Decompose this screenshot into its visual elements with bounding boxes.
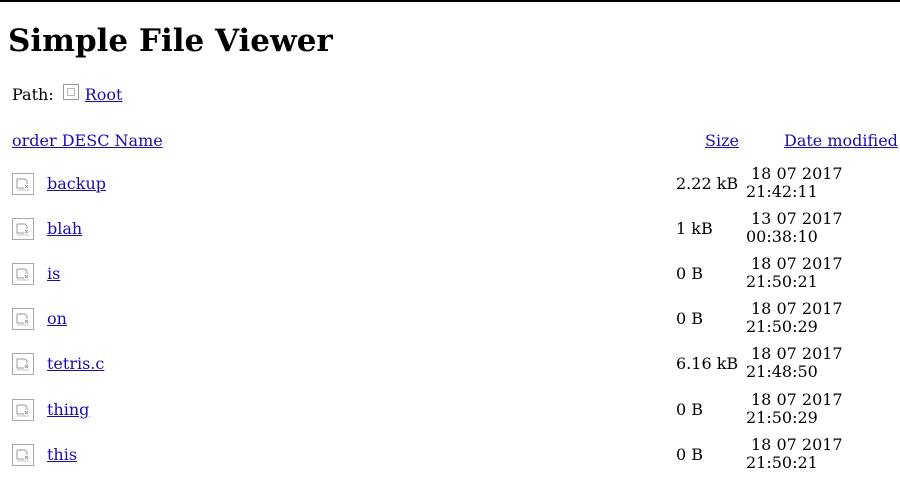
- file-name-link[interactable]: blah: [47, 218, 82, 240]
- broken-image-icon: [12, 399, 34, 421]
- breadcrumb-root-label: Root: [84, 85, 123, 104]
- file-size: 0 B: [676, 400, 704, 419]
- file-time: 21:50:21: [746, 453, 818, 472]
- sort-by-date-link[interactable]: Date modified: [784, 130, 898, 152]
- file-date-modified: 18 07 2017 21:42:11: [746, 165, 856, 201]
- file-date: 18 07 2017: [751, 344, 843, 363]
- file-date: 18 07 2017: [751, 164, 843, 183]
- file-date: 18 07 2017: [751, 435, 843, 454]
- file-date-modified: 18 07 2017 21:50:29: [746, 300, 856, 336]
- sort-by-name-link[interactable]: order DESC Name: [12, 130, 163, 152]
- sort-by-size-link[interactable]: Size: [705, 130, 739, 152]
- file-time: 21:50:29: [746, 408, 818, 427]
- file-time: 21:50:21: [746, 272, 818, 291]
- file-row: on 0 B 18 07 2017 21:50:29: [0, 300, 900, 341]
- file-date-modified: 18 07 2017 21:50:21: [746, 255, 856, 291]
- path-label: Path:: [12, 85, 54, 104]
- file-row: blah 1 kB 13 07 2017 00:38:10: [0, 210, 900, 251]
- file-row: this 0 B 18 07 2017 21:50:21: [0, 436, 900, 477]
- file-size: 6.16 kB: [676, 354, 739, 373]
- file-name-link[interactable]: thing: [47, 399, 89, 421]
- file-row: tetris.c 6.16 kB 18 07 2017 21:48:50: [0, 345, 900, 386]
- file-time: 21:48:50: [746, 362, 818, 381]
- file-time: 21:50:29: [746, 317, 818, 336]
- file-row: thing 0 B 18 07 2017 21:50:29: [0, 391, 900, 432]
- breadcrumb-root-link[interactable]: Root: [62, 84, 123, 106]
- file-size: 0 B: [676, 445, 704, 464]
- file-date: 18 07 2017: [751, 390, 843, 409]
- file-size: 0 B: [676, 309, 704, 328]
- broken-image-icon: [12, 353, 34, 375]
- file-size: 1 kB: [676, 219, 713, 238]
- file-name-link[interactable]: tetris.c: [47, 353, 104, 375]
- broken-image-icon: [12, 444, 34, 466]
- file-row: is 0 B 18 07 2017 21:50:21: [0, 255, 900, 296]
- file-row: backup 2.22 kB 18 07 2017 21:42:11: [0, 165, 900, 206]
- broken-image-icon: [12, 173, 34, 195]
- file-name-link[interactable]: on: [47, 308, 67, 330]
- broken-image-icon: [12, 218, 34, 240]
- broken-image-icon: [12, 263, 34, 285]
- file-date-modified: 18 07 2017 21:50:29: [746, 391, 856, 427]
- file-size: 0 B: [676, 264, 704, 283]
- file-time: 00:38:10: [746, 227, 818, 246]
- breadcrumb: Path: Root: [12, 84, 122, 106]
- broken-image-icon: [12, 308, 34, 330]
- file-time: 21:42:11: [746, 182, 818, 201]
- file-date: 18 07 2017: [751, 254, 843, 273]
- broken-image-icon: [62, 84, 79, 100]
- file-size: 2.22 kB: [676, 174, 739, 193]
- file-date-modified: 18 07 2017 21:50:21: [746, 436, 856, 472]
- file-name-link[interactable]: backup: [47, 173, 106, 195]
- file-date-modified: 18 07 2017 21:48:50: [746, 345, 856, 381]
- file-name-link[interactable]: is: [47, 263, 60, 285]
- page-title: Simple File Viewer: [8, 23, 333, 59]
- file-name-link[interactable]: this: [47, 444, 77, 466]
- file-date: 18 07 2017: [751, 299, 843, 318]
- file-date: 13 07 2017: [751, 209, 843, 228]
- file-date-modified: 13 07 2017 00:38:10: [746, 210, 856, 246]
- top-border: [0, 0, 900, 2]
